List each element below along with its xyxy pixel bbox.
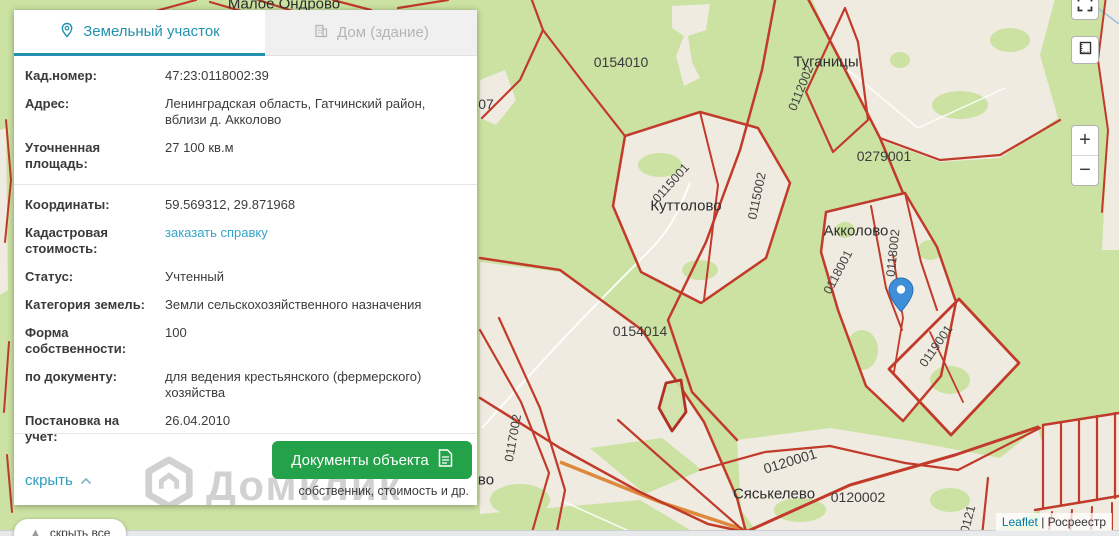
field-value: для ведения крестьянского (фермерского) … [165, 369, 422, 400]
field-label: Уточненная площадь: [25, 140, 101, 171]
field-row: Статус: Учтенный [14, 269, 477, 285]
field-value: 27 100 кв.м [165, 140, 234, 155]
field-value: 100 [165, 325, 187, 340]
domclick-logo-icon [142, 456, 196, 505]
field-value: Земли сельскохозяйственного назначения [165, 297, 422, 312]
attribution-separator: | [1041, 515, 1045, 529]
field-row: Координаты: 59.569312, 29.871968 [14, 197, 477, 213]
fullscreen-icon [1077, 0, 1093, 17]
field-value: Ленинградская область, Гатчинский район,… [165, 96, 426, 127]
fullscreen-button[interactable] [1071, 0, 1099, 20]
window-bottom-edge [0, 530, 1119, 536]
parcel-info-panel: Земельный участок Дом (здание) Кад.номер… [14, 10, 477, 505]
document-icon [438, 449, 453, 471]
field-row: Категория земель: Земли сельскохозяйствен… [14, 297, 477, 313]
zoom-in-button[interactable]: + [1072, 126, 1098, 155]
measure-button[interactable] [1071, 36, 1099, 64]
field-label: Кадастровая стоимость: [25, 225, 108, 256]
chevron-up-icon [80, 472, 92, 489]
button-note: собственник, стоимость и др. [298, 484, 469, 498]
field-label: Форма собственности: [25, 325, 127, 356]
object-documents-button[interactable]: Документы объекта [272, 441, 472, 479]
field-row: Форма собственности: 100 [14, 325, 477, 357]
field-label: Координаты: [25, 197, 110, 212]
hide-label: скрыть [25, 472, 73, 489]
collapse-all-button[interactable]: ▲ скрыть все [14, 519, 127, 536]
zoom-out-button[interactable]: − [1072, 156, 1098, 185]
field-label: Постановка на учет: [25, 413, 120, 444]
panel-tabs: Земельный участок Дом (здание) [14, 10, 477, 56]
divider [14, 184, 477, 185]
field-row: по документу: для ведения крестьянского (… [14, 369, 477, 401]
order-certificate-link[interactable]: заказать справку [165, 225, 467, 257]
map-marker-pin[interactable] [888, 277, 914, 317]
field-label: по документу: [25, 369, 117, 384]
field-label: Статус: [25, 269, 74, 284]
field-label: Адрес: [25, 96, 70, 111]
field-row: Кадастровая стоимость: заказать справку [14, 225, 477, 257]
divider [14, 433, 477, 434]
field-row: Адрес: Ленинградская область, Гатчинский … [14, 96, 477, 128]
field-row: Кад.номер: 47:23:0118002:39 [14, 68, 477, 84]
field-row: Уточненная площадь: 27 100 кв.м [14, 140, 477, 172]
attribution-source: Росреестр [1047, 515, 1106, 529]
field-label: Категория земель: [25, 297, 146, 312]
map-pin-icon [59, 22, 75, 42]
field-value: 59.569312, 29.871968 [165, 197, 296, 212]
tab-label: Земельный участок [83, 23, 220, 40]
building-icon [313, 23, 329, 43]
chevron-up-icon: ▲ [30, 526, 41, 536]
tab-label: Дом (здание) [337, 24, 429, 41]
ruler-icon [1077, 40, 1093, 61]
field-label: Кад.номер: [25, 68, 97, 83]
zoom-controls: + − [1071, 125, 1099, 186]
leaflet-link[interactable]: Leaflet [1002, 515, 1038, 529]
field-value: Учтенный [165, 269, 225, 284]
map-attribution: Leaflet | Росреестр [995, 513, 1112, 531]
tab-land-parcel[interactable]: Земельный участок [14, 10, 265, 56]
collapse-all-label: скрыть все [49, 526, 111, 536]
parcel-fields: Кад.номер: 47:23:0118002:39 Адрес: Ленингра… [14, 68, 477, 457]
field-value: 47:23:0118002:39 [165, 68, 269, 83]
map-viewport: Малое Ондрово 0154010 Туганицы 0112002 07 027… [0, 0, 1119, 536]
button-label: Документы объекта [291, 451, 429, 469]
tab-building[interactable]: Дом (здание) [265, 10, 477, 56]
hide-panel-link[interactable]: скрыть [25, 472, 92, 489]
